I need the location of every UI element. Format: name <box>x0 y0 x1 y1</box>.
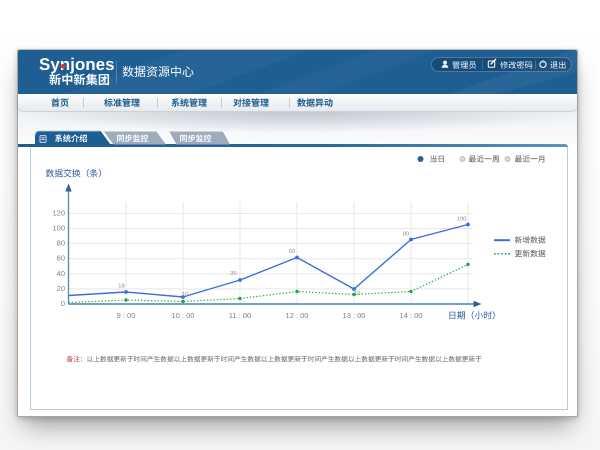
svg-text:13 : 00: 13 : 00 <box>342 311 365 320</box>
svg-text:0: 0 <box>60 299 64 308</box>
svg-text:11 : 00: 11 : 00 <box>228 311 250 320</box>
svg-text:60: 60 <box>56 253 64 262</box>
svg-text:20: 20 <box>56 283 64 292</box>
svg-text:35: 35 <box>230 270 236 276</box>
svg-text:100: 100 <box>52 223 65 232</box>
svg-text:80: 80 <box>56 238 64 247</box>
svg-text:100: 100 <box>456 216 466 222</box>
svg-text:10 : 00: 10 : 00 <box>171 311 194 320</box>
svg-text:9 : 00: 9 : 00 <box>116 311 135 320</box>
svg-text:18: 18 <box>118 283 124 289</box>
svg-text:10: 10 <box>354 291 360 297</box>
svg-text:80: 80 <box>402 231 408 237</box>
svg-text:60: 60 <box>288 248 294 254</box>
svg-text:120: 120 <box>52 208 65 217</box>
svg-text:40: 40 <box>56 268 64 277</box>
svg-text:12 : 00: 12 : 00 <box>285 311 308 320</box>
svg-text:14 : 00: 14 : 00 <box>399 311 422 320</box>
svg-text:10: 10 <box>181 292 187 298</box>
